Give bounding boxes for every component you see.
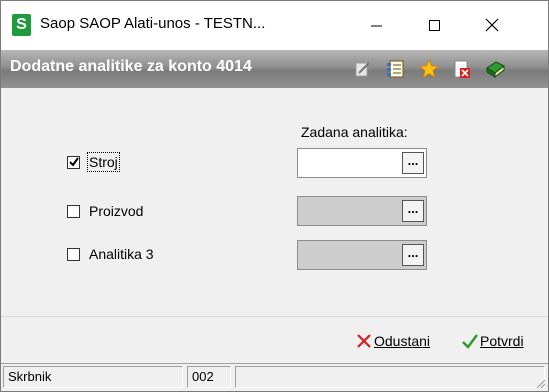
resize-grip-icon[interactable] (534, 377, 546, 389)
default-analytics-label: Zadana analitika: (301, 124, 408, 140)
form-panel: Zadana analitika: Stroj ... Proizvod ...… (1, 88, 548, 316)
minimize-button[interactable] (347, 1, 405, 50)
close-button[interactable] (463, 1, 521, 50)
close-icon (485, 18, 499, 32)
footer-divider (1, 316, 548, 317)
checkmark-green-icon (462, 334, 478, 349)
window-title: Saop SAOP Alati-unos - TESTN... (40, 15, 266, 32)
dialog-heading: Dodatne analitike za konto 4014 (10, 58, 252, 75)
status-owner: Skrbnik (3, 366, 183, 388)
stroj-lookup-button[interactable]: ... (402, 152, 424, 174)
analitika3-lookup: ... (297, 240, 427, 270)
proizvod-lookup: ... (297, 196, 427, 226)
list-icon[interactable] (386, 59, 406, 79)
maximize-button[interactable] (405, 1, 463, 50)
stroj-checkbox[interactable] (67, 156, 80, 169)
favorite-star-icon[interactable] (419, 59, 439, 79)
analitika3-input (298, 241, 402, 269)
cancel-label: Odustani (374, 333, 431, 349)
app-logo-icon: S (12, 14, 31, 36)
cancel-button[interactable]: Odustani (355, 331, 453, 353)
proizvod-lookup-button[interactable]: ... (402, 200, 424, 222)
stroj-label[interactable]: Stroj (87, 152, 120, 172)
status-message (235, 366, 545, 388)
dialog-window: S Saop SAOP Alati-unos - TESTN... Dodatn… (0, 0, 549, 392)
analitika3-lookup-button[interactable]: ... (402, 244, 424, 266)
checkmark-icon (69, 157, 79, 167)
analitika3-label[interactable]: Analitika 3 (89, 246, 154, 262)
confirm-label: Potvrdi (480, 333, 524, 349)
stroj-input[interactable] (298, 149, 402, 177)
cancel-x-icon (357, 334, 371, 348)
edit-icon[interactable] (353, 59, 373, 79)
minimize-icon (371, 25, 382, 27)
header-band: Dodatne analitike za konto 4014 (1, 50, 548, 88)
proizvod-label[interactable]: Proizvod (89, 203, 143, 219)
analitika3-checkbox[interactable] (67, 248, 80, 261)
maximize-icon (429, 20, 440, 31)
exit-book-icon[interactable] (485, 59, 505, 79)
stroj-lookup: ... (297, 148, 427, 178)
delete-document-icon[interactable] (452, 59, 472, 79)
confirm-button[interactable]: Potvrdi (461, 331, 547, 353)
status-code: 002 (187, 366, 231, 388)
status-bar: Skrbnik 002 (1, 363, 548, 391)
proizvod-checkbox[interactable] (67, 205, 80, 218)
title-bar[interactable]: S Saop SAOP Alati-unos - TESTN... (1, 1, 548, 50)
proizvod-input (298, 197, 402, 225)
